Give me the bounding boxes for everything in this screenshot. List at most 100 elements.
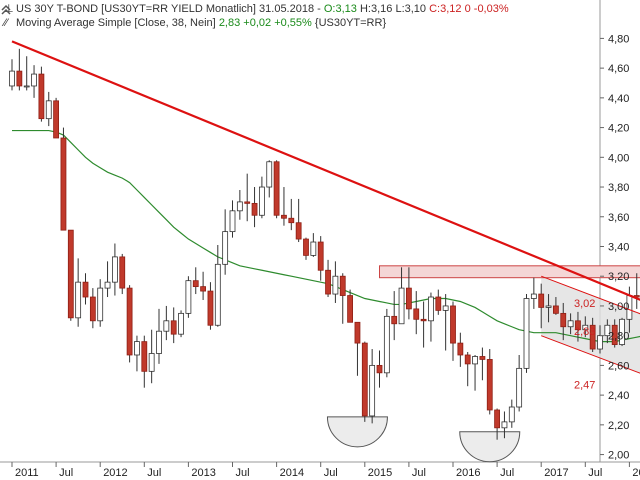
y-tick-label: 3,00: [608, 301, 629, 313]
y-tick-label: 2,60: [608, 360, 629, 372]
price-level-label: 2,47: [574, 380, 595, 392]
candle-body: [97, 287, 104, 322]
candle-body: [251, 202, 258, 216]
ma-title: Moving Average Simple [Close, 38, Nein]: [16, 17, 216, 29]
y-tick-label: 3,20: [608, 271, 629, 283]
candle-body: [560, 312, 567, 328]
x-tick-label: 2018: [632, 467, 640, 479]
candle-body: [288, 217, 295, 224]
candle-body: [60, 137, 67, 231]
candle-body: [75, 281, 82, 319]
candle-body: [192, 280, 199, 288]
candle-body: [325, 269, 331, 295]
candle-body: [479, 356, 486, 360]
x-tick-label: 2014: [280, 467, 304, 479]
x-tick-label: Jul: [500, 467, 514, 479]
candle-body: [450, 305, 456, 344]
candle-body: [354, 321, 361, 344]
candle-body: [332, 275, 339, 295]
x-tick-label: Jul: [59, 467, 73, 479]
candle-body: [236, 201, 243, 212]
candle-body: [405, 287, 412, 310]
candle-body: [89, 296, 96, 322]
candle-body: [119, 256, 126, 289]
y-tick-label: 2,20: [608, 420, 629, 432]
price-level-label: 2,83: [574, 326, 595, 338]
candle-body: [67, 229, 74, 319]
change-value: 0: [464, 3, 471, 15]
candle-body: [134, 341, 140, 356]
candle-body: [391, 315, 398, 325]
candle-body: [597, 335, 603, 350]
candle-body: [141, 341, 148, 372]
y-tick-label: 2,80: [608, 331, 629, 343]
x-tick-label: 2011: [15, 467, 39, 479]
candle-body: [472, 356, 478, 365]
collapse-chevron-icon[interactable]: [0, 3, 12, 15]
candle-body: [339, 275, 346, 296]
candle-body: [310, 241, 317, 256]
candle-body: [523, 298, 530, 369]
price-level-label: 3,02: [574, 298, 595, 310]
candle-body: [23, 85, 30, 88]
x-tick-label: 2013: [191, 467, 215, 479]
symbol-legend: ⊥ US 30Y T-BOND [US30YT=RR YIELD Monatlic…: [4, 3, 509, 16]
candle-body: [112, 256, 118, 283]
candle-body: [303, 238, 309, 256]
ma-change: +0,02: [243, 17, 272, 29]
chart-background: [0, 0, 640, 480]
candle-body: [420, 318, 427, 322]
candle-body: [207, 290, 214, 326]
y-tick-label: 4,00: [608, 152, 629, 164]
y-tick-label: 2,00: [608, 450, 629, 462]
candle-body: [266, 161, 273, 188]
y-tick-label: 3,60: [608, 212, 629, 224]
candle-body: [369, 364, 376, 417]
ma-legend: ⁄⁄ Moving Average Simple [Close, 38, Nein…: [4, 17, 386, 30]
candle-body: [200, 286, 207, 292]
candle-body: [398, 287, 405, 325]
ma-change-percent: +0,55%: [274, 17, 312, 29]
ma-value: 2,83: [218, 17, 241, 29]
candle-body: [435, 296, 442, 311]
candle-body: [567, 320, 574, 328]
candle-body: [244, 201, 251, 204]
candle-body: [545, 305, 552, 308]
y-tick-label: 4,40: [608, 93, 629, 105]
y-tick-label: 4,60: [608, 63, 629, 75]
x-tick-label: Jul: [324, 467, 338, 479]
x-tick-label: 2012: [103, 467, 127, 479]
x-tick-label: 2017: [544, 467, 568, 479]
candle-body: [45, 100, 52, 120]
x-tick-label: 2015: [368, 467, 392, 479]
chart-canvas[interactable]: 4,80 4,60 4,40 4,20 4,00 3,80 3,60 3,40 3,20 3,00…: [0, 0, 640, 480]
candle-body: [229, 210, 236, 233]
line-indicator-icon: ⁄⁄: [4, 17, 8, 29]
x-tick-label: 2016: [456, 467, 480, 479]
candle-body: [163, 320, 170, 332]
candle-body: [16, 70, 23, 87]
candle-body: [464, 354, 471, 365]
candle-body: [494, 409, 501, 429]
legend-separator: -: [314, 3, 324, 15]
change-percent: -0,03%: [473, 3, 509, 15]
candle-body: [295, 222, 302, 240]
candle-body: [148, 353, 155, 372]
x-tick-label: Jul: [412, 467, 426, 479]
high-value: H:3,16: [359, 3, 393, 15]
x-tick-label: Jul: [147, 467, 161, 479]
candle-body: [31, 73, 37, 87]
candle-body: [383, 315, 390, 374]
y-tick-label: 3,80: [608, 182, 629, 194]
candle-body: [156, 330, 162, 354]
candle-body: [376, 364, 383, 374]
candle-body: [126, 287, 133, 356]
x-tick-label: Jul: [236, 467, 250, 479]
candle-body: [428, 296, 434, 322]
candle-body: [185, 280, 192, 314]
y-tick-label: 4,20: [608, 123, 629, 135]
candle-body: [553, 305, 559, 314]
candle-body: [501, 421, 508, 429]
candle-body: [413, 308, 420, 320]
candle-body: [104, 281, 111, 289]
